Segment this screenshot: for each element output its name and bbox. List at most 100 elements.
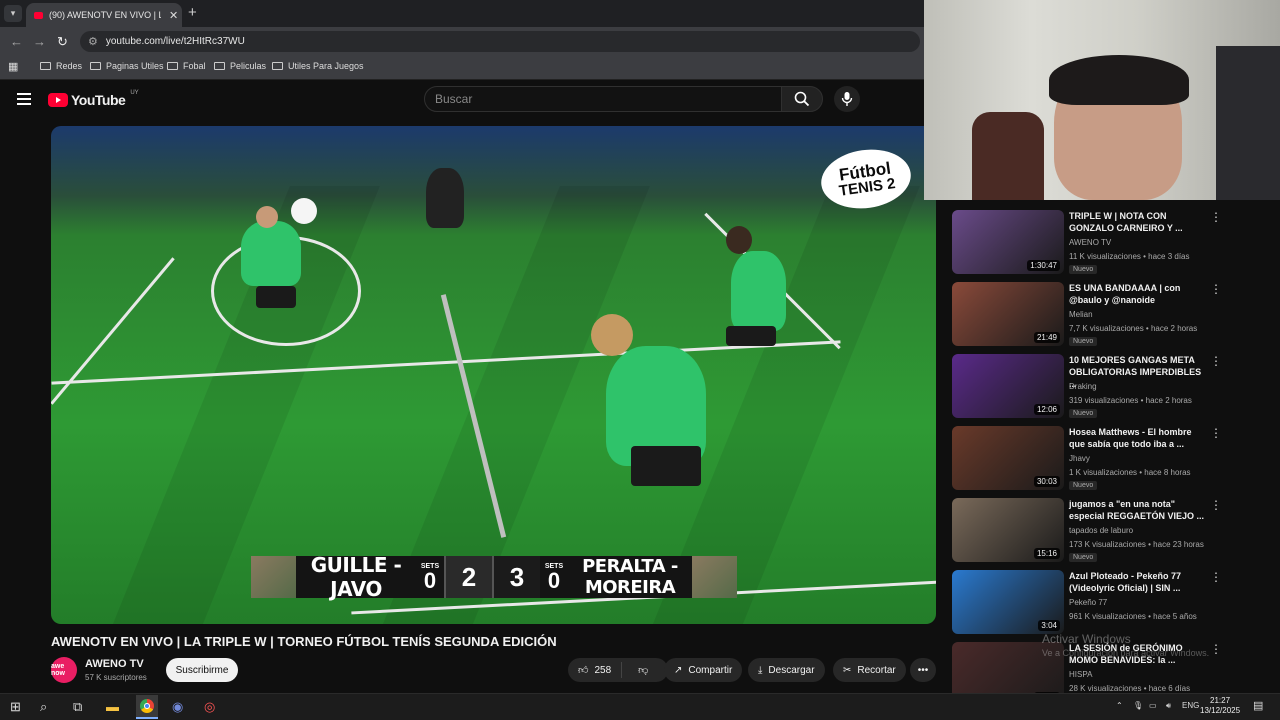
recommendation-item[interactable]: 21:49 ES UNA BANDAAAA | con @baulo y @nan… (952, 282, 1272, 347)
download-label: Descargar (768, 664, 815, 676)
recommendation-item[interactable]: 12:06 10 MEJORES GANGAS META OBLIGATORIAS… (952, 354, 1272, 419)
recommendation-channel[interactable]: Jhavy (1069, 454, 1090, 463)
recommendation-title[interactable]: Azul Ploteado - Pekeño 77 (Videolyric Of… (1069, 570, 1209, 594)
scoreboard: GUILLE - JAVO SETS 0 2 3 SETS 0 PERALTA - … (251, 553, 737, 601)
close-tab-icon[interactable]: ✕ (169, 9, 178, 22)
search-icon[interactable]: ⌕ (40, 699, 47, 715)
new-tab-button[interactable]: + (188, 4, 197, 21)
recommendation-title[interactable]: ES UNA BANDAAAA | con @baulo y @nanoide (1069, 282, 1209, 306)
youtube-logo[interactable]: YouTube UY (48, 90, 139, 108)
video-thumbnail[interactable]: 21:49 (952, 282, 1064, 346)
search-button[interactable] (781, 86, 823, 112)
player (241, 221, 301, 286)
subscribe-button[interactable]: Suscribirme (166, 658, 238, 682)
video-thumbnail[interactable]: 15:16 (952, 498, 1064, 562)
tray-expand-icon[interactable]: ⌃ (1116, 701, 1123, 710)
bookmark-paginas-utiles[interactable]: Paginas Utiles (90, 61, 164, 71)
folder-icon (90, 62, 101, 70)
recommendation-title[interactable]: Hosea Matthews - El hombre que sabía que… (1069, 426, 1209, 450)
language-indicator[interactable]: ENG (1182, 701, 1199, 710)
webcam-overlay (924, 0, 1280, 200)
channel-avatar[interactable]: awe now (51, 657, 77, 683)
more-options-icon[interactable]: ⋮ (1210, 210, 1222, 224)
channel-name[interactable]: AWENO TV (85, 658, 144, 670)
recording-app-icon[interactable]: ◎ (204, 699, 215, 715)
player-head (726, 226, 752, 254)
bookmark-redes[interactable]: Redes (40, 61, 82, 71)
bookmark-peliculas[interactable]: Peliculas (214, 61, 266, 71)
notifications-icon[interactable]: ▤ (1253, 699, 1263, 712)
discord-icon[interactable]: ◉ (172, 699, 183, 715)
recommendation-item[interactable]: 30:03 Hosea Matthews - El hombre que sabí… (952, 426, 1272, 491)
bookmark-label: Peliculas (230, 61, 267, 71)
tab-search-button[interactable]: ▾ (4, 5, 22, 22)
recommendation-item[interactable]: 1:30:47 TRIPLE W | NOTA CON GONZALO CARNE… (952, 210, 1272, 275)
recommendation-meta: 319 visualizaciones • hace 2 horas (1069, 396, 1192, 405)
clock[interactable]: 21:27 13/12/2025 (1200, 696, 1240, 716)
voice-search-button[interactable] (834, 86, 860, 112)
more-options-icon[interactable]: ⋮ (1210, 642, 1222, 656)
recommendation-title[interactable]: TRIPLE W | NOTA CON GONZALO CARNEIRO Y .… (1069, 210, 1209, 234)
search-input[interactable]: Buscar (424, 86, 782, 112)
more-actions-button[interactable]: ••• (910, 658, 936, 682)
background-object (1216, 46, 1280, 200)
youtube-play-icon (48, 93, 68, 107)
file-explorer-icon[interactable]: ▬ (106, 699, 119, 714)
recommendation-item[interactable]: 15:16 jugamos a "en una nota" especial RE… (952, 498, 1272, 563)
thumbs-down-icon: 👎︎ (638, 665, 649, 676)
apps-grid-icon[interactable]: ▦ (8, 60, 18, 73)
reload-icon[interactable]: ↻ (57, 34, 68, 50)
ball (291, 198, 317, 224)
more-options-icon[interactable]: ⋮ (1210, 426, 1222, 440)
team-right-name: PERALTA - MOREIRA (582, 556, 678, 598)
share-button[interactable]: ↗ Compartir (664, 658, 743, 682)
player-shorts (256, 286, 296, 308)
download-button[interactable]: ⤓ Descargar (748, 658, 825, 682)
duration-badge: 12:06 (1033, 404, 1060, 415)
back-icon[interactable]: ← (10, 34, 23, 49)
dislike-button[interactable]: 👎︎ (628, 664, 658, 676)
windows-start-icon[interactable]: ⊞ (10, 699, 21, 715)
duration-badge: 30:03 (1033, 476, 1060, 487)
recommendation-channel[interactable]: Draking (1069, 382, 1097, 391)
like-button[interactable]: 👍︎ 258 (568, 662, 623, 678)
recommendation-channel[interactable]: Melian (1069, 310, 1093, 319)
recommendation-channel[interactable]: Pekeño 77 (1069, 598, 1107, 607)
video-player[interactable]: Fútbol TENIS 2 GUILLE - JAVO SETS 0 2 3 S… (51, 126, 936, 624)
forward-icon[interactable]: → (33, 34, 46, 49)
task-view-icon[interactable]: ⧉ (73, 699, 82, 715)
video-thumbnail[interactable]: 3:04 (952, 570, 1064, 634)
recommendation-channel[interactable]: AWENO TV (1069, 238, 1111, 247)
video-thumbnail[interactable]: 30:03 (952, 426, 1064, 490)
thumbs-up-icon: 👍︎ (578, 665, 589, 676)
menu-icon[interactable] (17, 93, 31, 105)
bookmark-label: Paginas Utiles (106, 61, 164, 71)
windows-activation-watermark: Activar Windows (1042, 632, 1131, 646)
more-options-icon[interactable]: ⋮ (1210, 570, 1222, 584)
recommendation-channel[interactable]: HISPA (1069, 670, 1092, 679)
recommendation-title[interactable]: jugamos a "en una nota" especial REGGAET… (1069, 498, 1209, 522)
more-options-icon[interactable]: ⋮ (1210, 354, 1222, 368)
site-info-icon[interactable]: ⚙ (88, 35, 98, 48)
bookmark-fobal[interactable]: Fobal (167, 61, 206, 71)
clip-button[interactable]: ✂ Recortar (833, 658, 906, 682)
bookmark-utiles-para-juegos[interactable]: Utiles Para Juegos (272, 61, 364, 71)
volume-icon[interactable]: 🔊︎ (1166, 701, 1171, 711)
recommendation-meta: 173 K visualizaciones • hace 23 horas (1069, 540, 1204, 549)
browser-tab[interactable]: (90) AWENOTV EN VIVO | LA TRIPLE W | TOR… (26, 3, 182, 27)
recommendation-item[interactable]: 3:04 Azul Ploteado - Pekeño 77 (Videolyri… (952, 570, 1272, 635)
new-badge: Nuevo (1069, 553, 1098, 562)
recommendation-channel[interactable]: tapados de laburo (1069, 526, 1133, 535)
more-options-icon[interactable]: ⋮ (1210, 282, 1222, 296)
sets-left: SETS 0 (416, 563, 444, 592)
chrome-taskbar-button[interactable] (136, 695, 158, 719)
network-icon[interactable]: ▭ (1149, 701, 1157, 710)
microphone-icon[interactable]: 🎙︎ (1133, 701, 1143, 710)
more-options-icon[interactable]: ⋮ (1210, 498, 1222, 512)
address-bar[interactable]: ⚙ youtube.com/live/t2HItRc37WU (80, 31, 920, 52)
bookmark-label: Utiles Para Juegos (288, 61, 364, 71)
sets-right-value: 0 (547, 567, 561, 593)
player-shorts (726, 326, 776, 346)
video-thumbnail[interactable]: 1:30:47 (952, 210, 1064, 274)
video-thumbnail[interactable]: 12:06 (952, 354, 1064, 418)
